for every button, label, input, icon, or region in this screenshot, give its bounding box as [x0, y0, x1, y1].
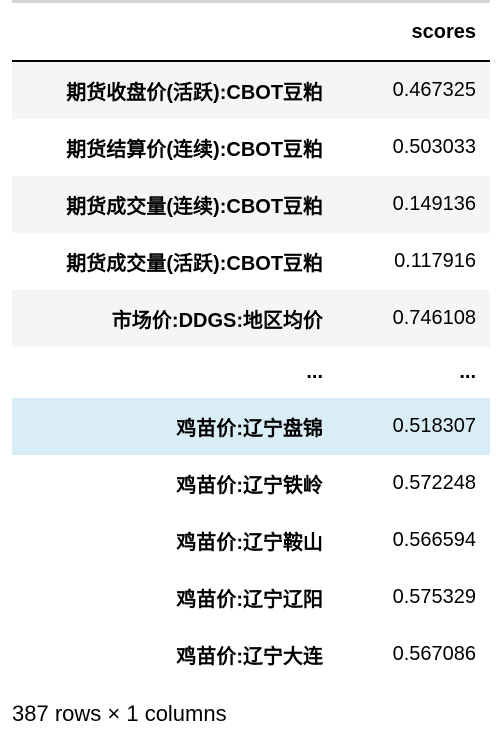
- row-index: 期货结算价(连续):CBOT豆粕: [12, 119, 337, 176]
- row-index: 鸡苗价:辽宁大连: [12, 626, 337, 683]
- dataframe-container: scores 期货收盘价(活跃):CBOT豆粕0.467325期货结算价(连续)…: [0, 5, 502, 683]
- table-row: 市场价:DDGS:地区均价0.746108: [12, 290, 490, 347]
- table-row: 期货结算价(连续):CBOT豆粕0.503033: [12, 119, 490, 176]
- top-border: [12, 0, 490, 3]
- dimensions-footer: 387 rows × 1 columns: [0, 701, 502, 745]
- row-value: 0.575329: [337, 569, 490, 626]
- row-index: 鸡苗价:辽宁辽阳: [12, 569, 337, 626]
- row-index: 鸡苗价:辽宁鞍山: [12, 512, 337, 569]
- table-row: 期货成交量(活跃):CBOT豆粕0.117916: [12, 233, 490, 290]
- row-value: 0.467325: [337, 61, 490, 119]
- table-row: 鸡苗价:辽宁铁岭0.572248: [12, 455, 490, 512]
- table-row: 期货成交量(连续):CBOT豆粕0.149136: [12, 176, 490, 233]
- row-index: 期货成交量(活跃):CBOT豆粕: [12, 233, 337, 290]
- table-row: 鸡苗价:辽宁大连0.567086: [12, 626, 490, 683]
- header-row: scores: [12, 5, 490, 61]
- row-index: 鸡苗价:辽宁铁岭: [12, 455, 337, 512]
- row-value: 0.518307: [337, 398, 490, 455]
- table-row: 鸡苗价:辽宁盘锦0.518307: [12, 398, 490, 455]
- row-value: 0.567086: [337, 626, 490, 683]
- row-index: ...: [12, 347, 337, 398]
- row-index: 期货收盘价(活跃):CBOT豆粕: [12, 61, 337, 119]
- scores-header: scores: [337, 5, 490, 61]
- row-value: ...: [337, 347, 490, 398]
- table-row: 期货收盘价(活跃):CBOT豆粕0.467325: [12, 61, 490, 119]
- index-header: [12, 5, 337, 61]
- row-value: 0.572248: [337, 455, 490, 512]
- row-value: 0.149136: [337, 176, 490, 233]
- row-value: 0.566594: [337, 512, 490, 569]
- row-index: 鸡苗价:辽宁盘锦: [12, 398, 337, 455]
- table-row: 鸡苗价:辽宁辽阳0.575329: [12, 569, 490, 626]
- row-value: 0.117916: [337, 233, 490, 290]
- row-value: 0.503033: [337, 119, 490, 176]
- row-index: 期货成交量(连续):CBOT豆粕: [12, 176, 337, 233]
- row-index: 市场价:DDGS:地区均价: [12, 290, 337, 347]
- ellipsis-row: ......: [12, 347, 490, 398]
- table-row: 鸡苗价:辽宁鞍山0.566594: [12, 512, 490, 569]
- dataframe-table: scores 期货收盘价(活跃):CBOT豆粕0.467325期货结算价(连续)…: [12, 5, 490, 683]
- row-value: 0.746108: [337, 290, 490, 347]
